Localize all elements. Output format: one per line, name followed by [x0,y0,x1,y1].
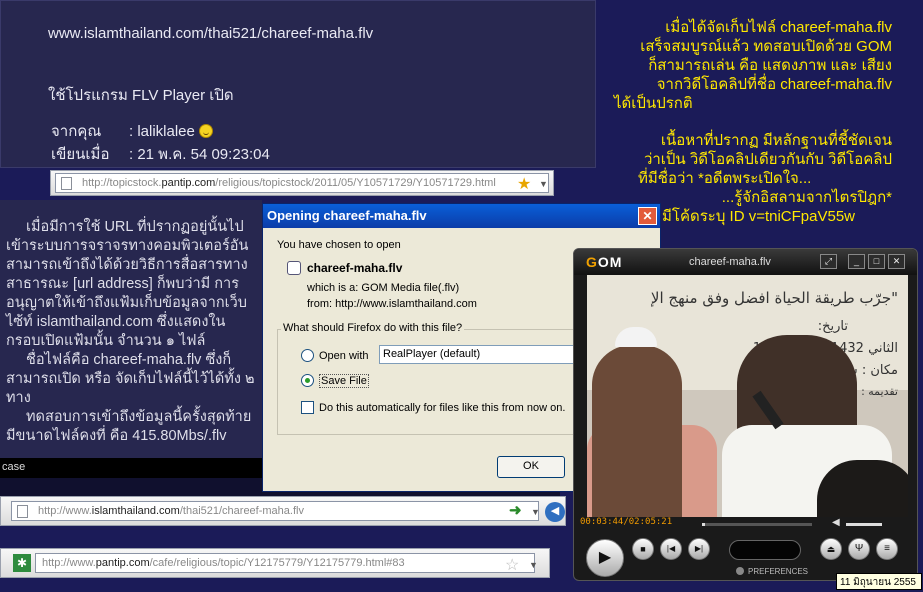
post-paragraph: เมื่อมีการใช้ URL ที่ปรากฏอยู่นั้นไป เข้… [6,219,249,349]
address-bar-topicstock: http://topicstock.pantip.com/religious/t… [50,170,554,196]
commentary-line: เมื่อได้จัดเก็บไฟล์ chareef-maha.flv [665,19,892,36]
smiley-icon [198,124,213,138]
gom-maximize-button[interactable]: □ [868,254,885,269]
gom-seek-bar[interactable] [702,523,812,526]
dialog-intro: You have chosen to open [277,239,401,251]
commentary-line: เนื้อหาที่ปรากฏ มีหลักฐานที่ชี้ชัดเจน [660,132,892,149]
save-file-label[interactable]: Save File [319,374,369,388]
gom-seek-fill [702,523,706,526]
post-date: : 21 พ.ค. 54 09:23:04 [129,146,270,163]
next-button[interactable]: ▶| [688,538,710,560]
commentary-line: เสร็จสมบูรณ์แล้ว ทดสอบเปิดด้วย GOM [640,38,892,55]
playlist-button[interactable]: Ψ [848,538,870,560]
gom-fullscreen-button[interactable]: ⤢ [820,254,837,269]
dialog-source: from: http://www.islamthailand.com [307,298,477,310]
address-bar-pantip: ✱ http://www.pantip.com/cafe/religious/t… [0,548,550,578]
gom-player-window: GOM chareef-maha.flv ⤢ _ □ ✕ "جرّب طريقة… [573,248,918,581]
ok-button[interactable]: OK [497,456,565,478]
gom-time-readout: 00:03:44/02:05:21 [580,517,673,527]
preferences-icon [736,567,744,575]
previous-button[interactable]: |◀ [660,538,682,560]
dialog-question: What should Firefox do with this file? [281,322,465,334]
video-foreground-head [817,460,908,517]
gom-video-title: chareef-maha.flv [689,256,771,268]
dialog-title[interactable]: Opening chareef-maha.flv [263,204,660,228]
url-field-pantip[interactable]: http://www.pantip.com/cafe/religious/top… [35,553,535,573]
post-box-left: เมื่อมีการใช้ URL ที่ปรากฏอยู่นั้นไป เข้… [0,200,262,458]
dropdown-caret-icon[interactable]: ▼ [531,507,540,517]
gom-logo: GOM [586,254,623,270]
post-program-line: ใช้โปรแกรม FLV Player เปิด [48,87,234,104]
video-date-label: تاريخ: [817,319,848,334]
auto-checkbox[interactable] [301,401,314,414]
commentary-line: ได้เป็นปรกติ [614,95,693,112]
preferences-button[interactable]: PREFERENCES [748,567,808,576]
commentary-line: ว่าเป็น วิดีโอคลิปเดียวกันกับ วิดีโอคลิป [643,151,892,168]
from-label: จากคุณ [51,123,102,140]
video-frame[interactable]: "جرّب طريقة الحياة افضل وفق منهج الإ تار… [587,275,908,517]
open-with-radio[interactable] [301,349,314,362]
stop-button[interactable]: ■ [632,538,654,560]
yellow-commentary: เมื่อได้จัดเก็บไฟล์ chareef-maha.flv เสร… [610,18,892,226]
video-banner-text: "جرّب طريقة الحياة افضل وفق منهج الإ [650,289,898,307]
case-label: case [0,458,262,478]
url-field-islamthailand[interactable]: http://www.islamthailand.com/thai521/cha… [11,501,539,521]
gom-status-pill [729,540,801,560]
commentary-line: ก็สามารถเล่น คือ แสดงภาพ และ เสียง [648,57,892,74]
open-with-label[interactable]: Open with [319,350,369,362]
dropdown-caret-icon[interactable]: ▼ [529,560,538,570]
post-box-top: www.islamthailand.com/thai521/chareef-ma… [0,0,596,168]
gom-volume-bar[interactable] [846,523,882,526]
dropdown-caret-icon[interactable]: ▼ [539,179,548,189]
media-file-icon [287,261,301,275]
post-url[interactable]: www.islamthailand.com/thai521/chareef-ma… [48,25,373,42]
save-file-radio[interactable] [301,374,314,387]
post-date-row: เขียนเมื่อ : 21 พ.ค. 54 09:23:04 [51,142,270,166]
gom-close-button[interactable]: ✕ [888,254,905,269]
gom-minimize-button[interactable]: _ [848,254,865,269]
dialog-close-button[interactable]: ✕ [638,207,657,225]
author-name[interactable]: : laliklalee [129,123,195,140]
post-paragraph: ทดสอบการเข้าถึงข้อมูลนี้ครั้งสุดท้าย มีข… [6,409,252,444]
bookmark-star-icon[interactable]: ☆ [505,555,519,575]
play-button[interactable]: ▶ [586,539,624,577]
page-icon [17,505,28,518]
go-arrow-icon[interactable]: ➜ [509,501,522,519]
post-author-row: จากคุณ : laliklalee [51,119,213,143]
post-paragraph: ชื่อไฟล์คือ chareef-maha.flv ซึ่งก็สามาร… [6,352,255,406]
back-arrow-icon[interactable]: ◀ [545,502,565,522]
dialog-filename: chareef-maha.flv [307,261,403,275]
pantip-cactus-icon: ✱ [13,554,31,572]
written-label: เขียนเมื่อ [51,146,110,163]
menu-button[interactable]: ≡ [876,538,898,560]
commentary-line: ที่มีชื่อว่า *อดีตพระเปิดใจ... [638,170,812,187]
bookmark-star-icon[interactable]: ★ [517,174,531,194]
volume-icon[interactable]: ◀ [832,517,840,528]
auto-label[interactable]: Do this automatically for files like thi… [319,402,565,414]
date-tooltip: 11 มิถุนายน 2555 [836,573,922,590]
video-person-left-head [592,345,682,517]
dialog-filetype: which is a: GOM Media file(.flv) [307,282,460,294]
address-bar-islamthailand: http://www.islamthailand.com/thai521/cha… [0,496,566,526]
url-field-topicstock[interactable]: http://topicstock.pantip.com/religious/t… [55,173,549,193]
page-icon [61,177,72,190]
eject-button[interactable]: ⏏ [820,538,842,560]
commentary-line: จากวิดีโอคลิปที่ชื่อ chareef-maha.flv [656,76,892,93]
